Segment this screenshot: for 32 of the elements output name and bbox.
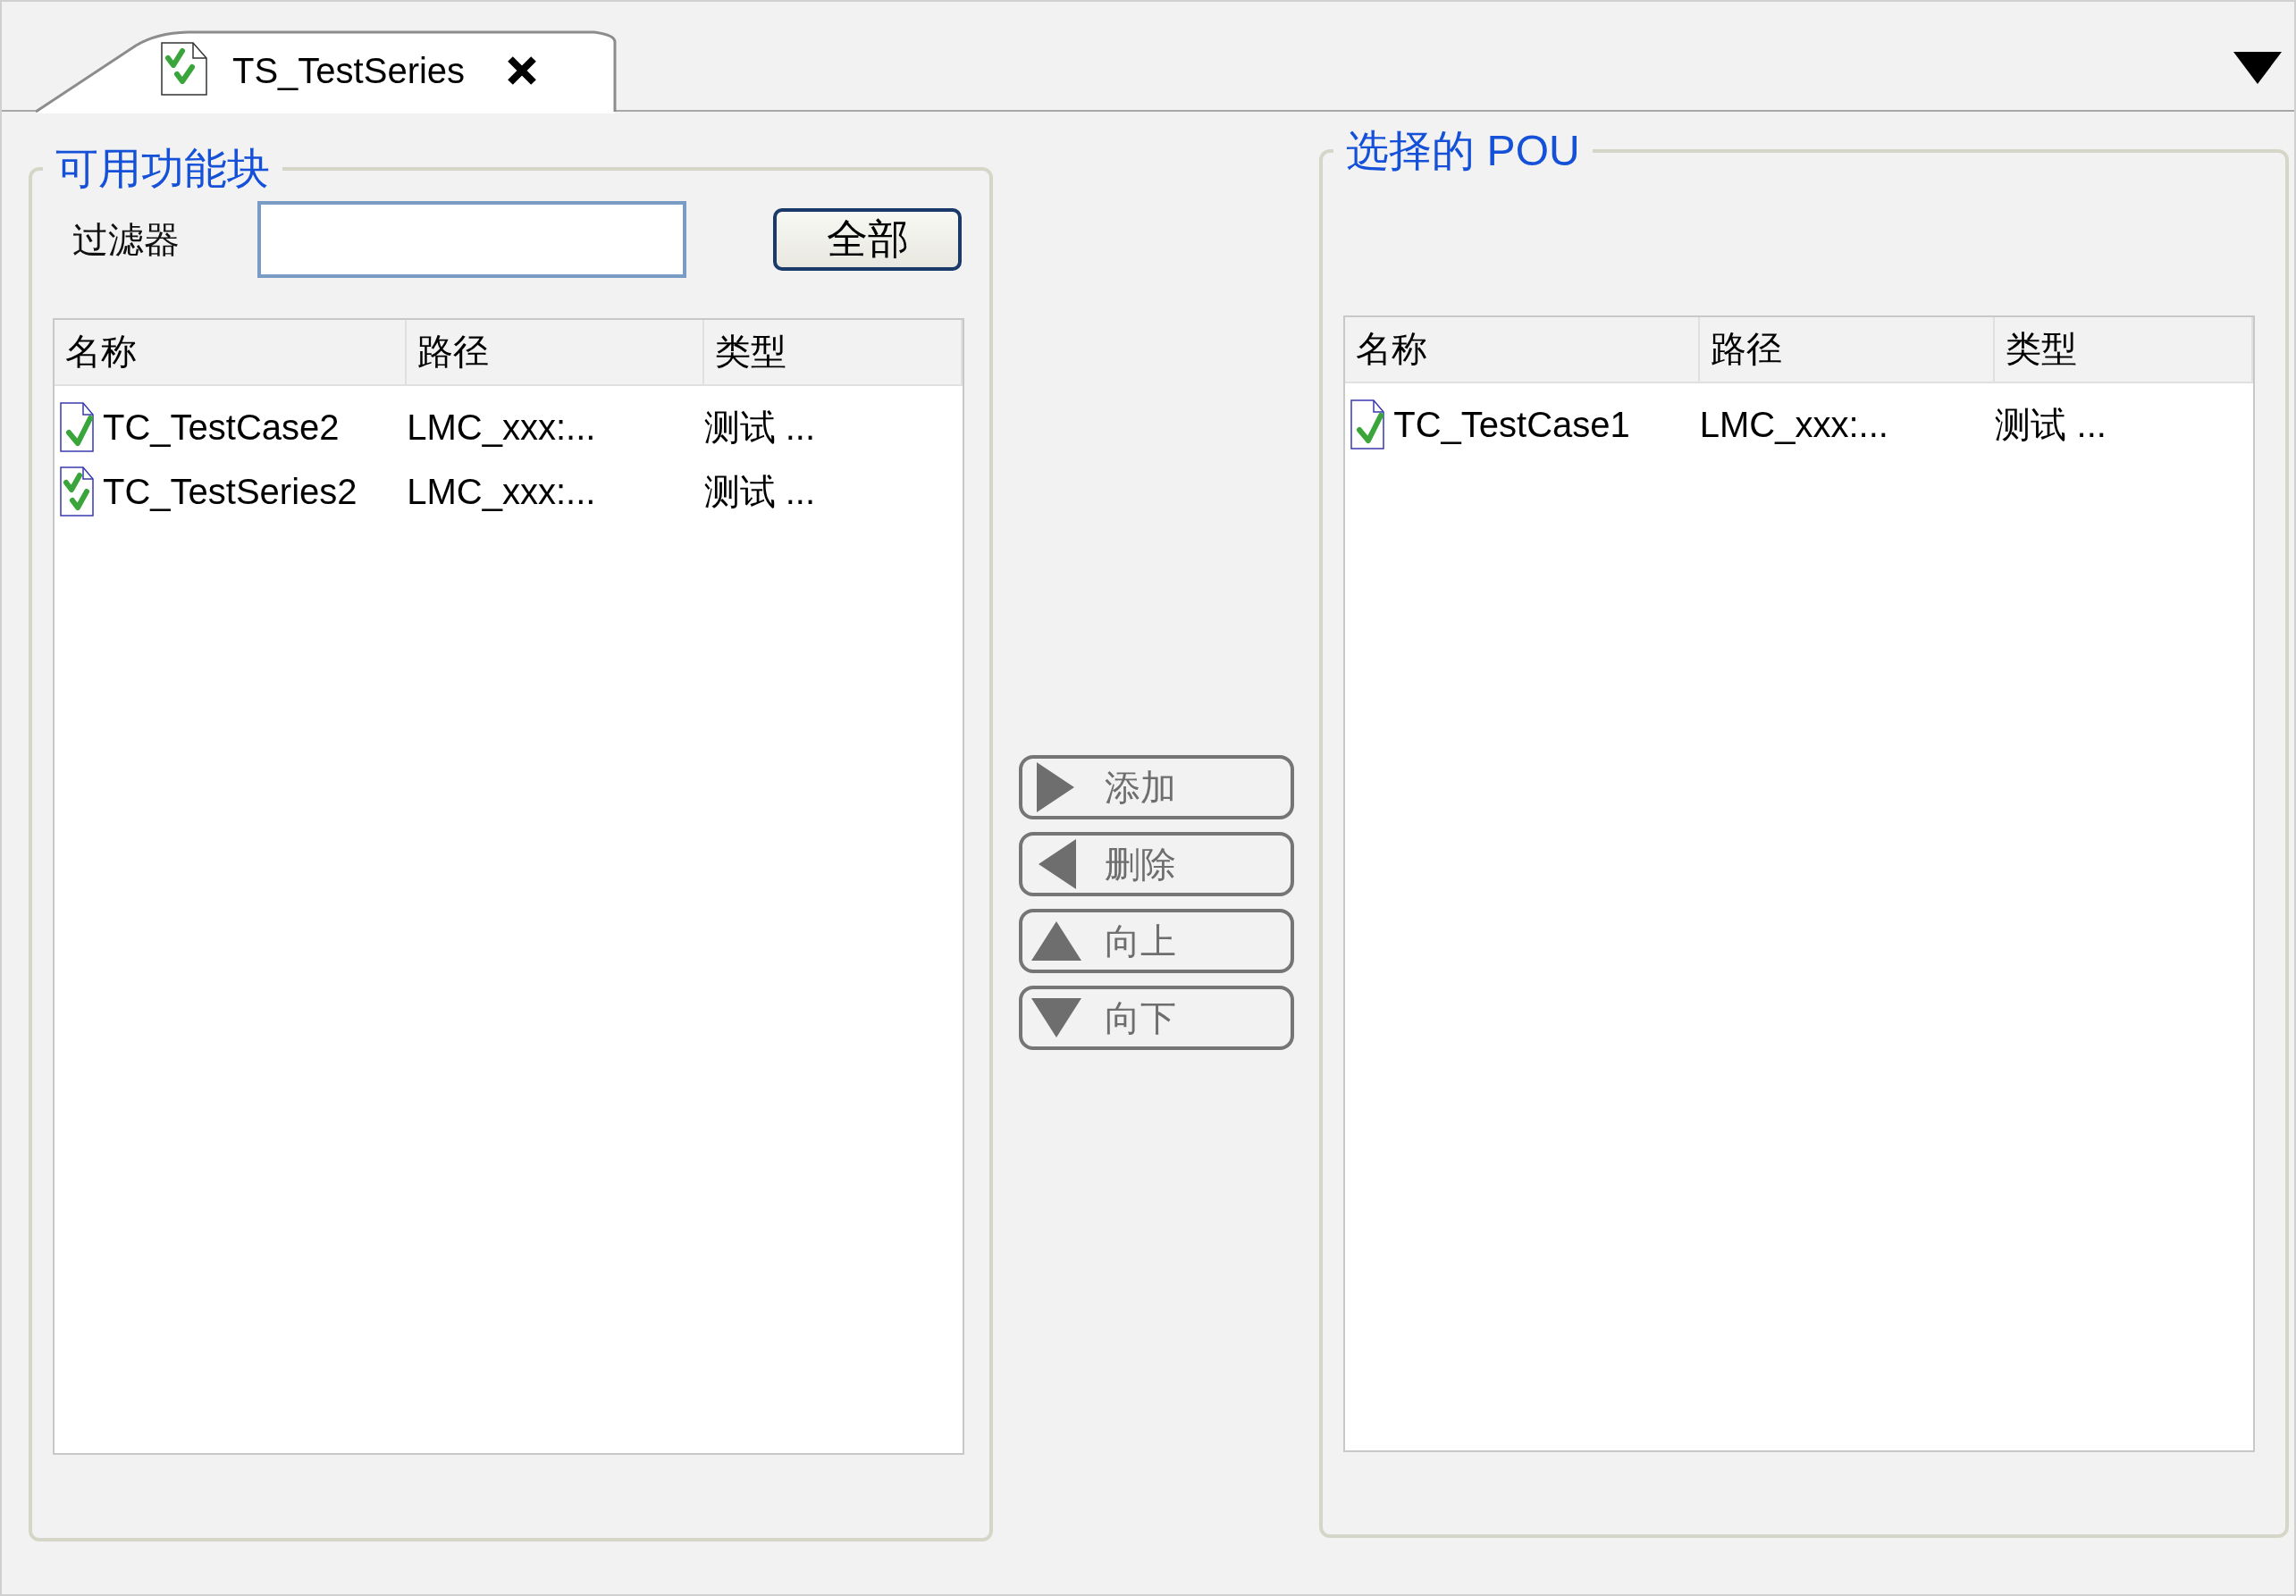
move-button[interactable]: 添加 xyxy=(1018,755,1294,819)
move-button[interactable]: 删除 xyxy=(1018,832,1294,896)
filter-label: 过滤器 xyxy=(72,218,181,261)
filter-field[interactable] xyxy=(257,201,686,278)
close-icon[interactable] xyxy=(506,55,539,87)
group-title: 可用功能块 xyxy=(55,147,271,190)
column-header[interactable]: 类型 xyxy=(703,320,963,384)
column-header[interactable]: 路径 xyxy=(1699,317,1996,382)
dropdown-icon[interactable] xyxy=(2233,52,2282,84)
table-cell[interactable]: TC_TestSeries2 xyxy=(103,471,402,512)
column-header[interactable]: 路径 xyxy=(407,320,704,384)
document-checks-icon xyxy=(161,42,207,96)
tab-label: TS_TestSeries xyxy=(232,50,466,91)
group-title: 选择的 POU xyxy=(1345,130,1581,172)
move-button[interactable]: 向上 xyxy=(1018,909,1294,973)
table-cell-text: LMC_xxx:... xyxy=(407,471,597,512)
table-cell-text: 测试 ... xyxy=(1995,403,2107,446)
document-check-icon xyxy=(60,402,94,452)
table-cell-text: LMC_xxx:... xyxy=(407,407,597,448)
column-header[interactable]: 类型 xyxy=(1995,317,2254,382)
table-cell-text: 测试 ... xyxy=(703,470,817,513)
move-button[interactable]: 向下 xyxy=(1018,986,1294,1050)
all-button[interactable]: 全部 xyxy=(773,208,962,271)
table-cell-text: LMC_xxx:... xyxy=(1699,404,1889,445)
document-check-icon xyxy=(1350,399,1385,449)
table-cell[interactable]: TC_TestCase2 xyxy=(103,407,402,448)
column-header[interactable]: 名称 xyxy=(1345,317,1700,382)
table-cell-text: 测试 ... xyxy=(703,406,817,449)
document-tab[interactable]: TS_TestSeries xyxy=(36,29,617,112)
document-checks-icon xyxy=(60,466,94,517)
column-header[interactable]: 名称 xyxy=(55,320,408,384)
table-cell[interactable]: TC_TestCase1 xyxy=(1393,404,1696,445)
